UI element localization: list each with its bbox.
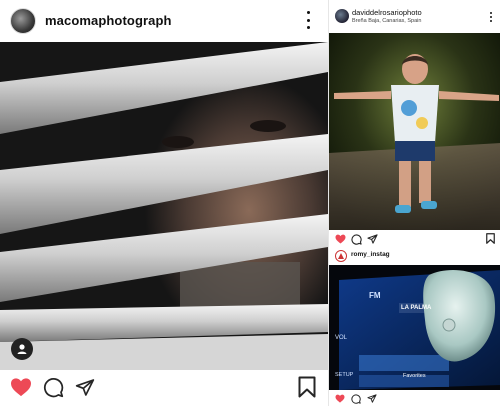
- avatar[interactable]: [335, 9, 349, 23]
- comment-icon[interactable]: [351, 234, 362, 245]
- post-actions: [0, 370, 328, 406]
- like-heart-icon[interactable]: [335, 234, 346, 244]
- post-actions: [329, 230, 500, 247]
- post-username[interactable]: daviddelrosariophoto: [352, 8, 422, 17]
- post-header: romy_instag: [329, 247, 500, 265]
- radio-station-label: LA PALMA: [401, 305, 432, 311]
- radio-favorites-label: Favorites: [403, 373, 426, 379]
- post-right-top: daviddelrosariophoto Breña Baja, Canaria…: [328, 0, 500, 247]
- share-send-icon[interactable]: [75, 378, 95, 397]
- post-username[interactable]: romy_instag: [351, 251, 390, 258]
- post-location[interactable]: Breña Baja, Canarias, Spain: [352, 18, 421, 24]
- more-options-icon[interactable]: [489, 12, 493, 22]
- radio-setup-label: SETUP: [335, 372, 354, 378]
- share-send-icon[interactable]: [367, 234, 378, 244]
- comment-icon[interactable]: [351, 394, 361, 404]
- save-bookmark-icon[interactable]: [486, 233, 495, 244]
- avatar[interactable]: [335, 250, 347, 262]
- post-photo[interactable]: [329, 33, 500, 230]
- car-radio-mask-image: [329, 265, 500, 390]
- instagram-feed-collage: macomaphotograph daviddelrosariophoto Br…: [0, 0, 500, 406]
- radio-band-label: FM: [369, 291, 381, 300]
- avatar[interactable]: [10, 8, 36, 34]
- post-header: macomaphotograph: [0, 0, 328, 42]
- comment-icon[interactable]: [43, 377, 64, 398]
- blinds-portrait-image: [0, 42, 328, 370]
- post-header: daviddelrosariophoto Breña Baja, Canaria…: [329, 0, 500, 33]
- post-username[interactable]: macomaphotograph: [45, 13, 172, 28]
- tagged-user-icon[interactable]: [11, 338, 33, 360]
- post-actions: [329, 390, 500, 406]
- post-left: macomaphotograph: [0, 0, 328, 406]
- save-bookmark-icon[interactable]: [298, 376, 316, 398]
- post-right-bottom: romy_instag FM LA PALMA VOL SETUP Favori…: [328, 247, 500, 406]
- more-options-icon[interactable]: [305, 11, 311, 29]
- like-heart-icon[interactable]: [10, 377, 32, 397]
- post-photo[interactable]: [0, 42, 328, 370]
- post-photo[interactable]: FM LA PALMA VOL SETUP Favorites: [329, 265, 500, 390]
- child-outdoors-image: [329, 33, 500, 230]
- radio-vol-label: VOL: [335, 335, 348, 341]
- share-send-icon[interactable]: [367, 394, 377, 403]
- like-heart-icon[interactable]: [335, 394, 345, 403]
